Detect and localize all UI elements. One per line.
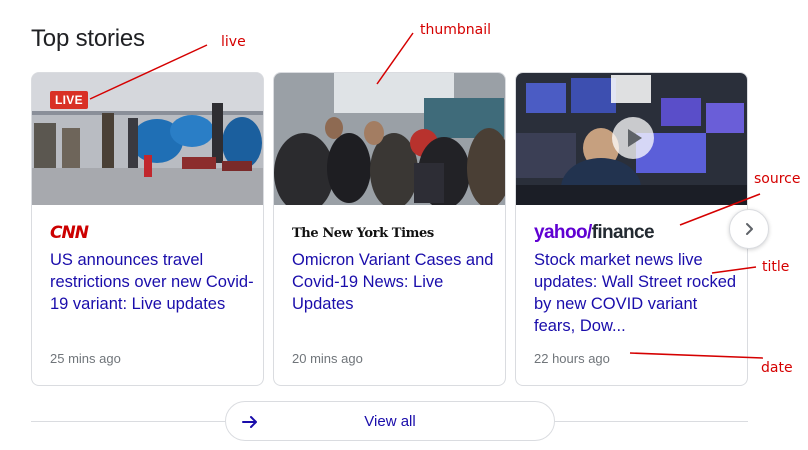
story-title[interactable]: Omicron Variant Cases and Covid-19 News:… [292,249,497,315]
next-stories-button[interactable] [729,209,769,249]
story-thumbnail[interactable] [274,73,505,205]
section-title: Top stories [31,25,145,52]
view-all-button[interactable]: View all [225,401,555,441]
story-card-3[interactable]: yahoo/finance Stock market news live upd… [515,72,748,386]
crowd-photo [274,73,505,205]
story-title[interactable]: US announces travel restrictions over ne… [50,249,255,315]
view-all-label: View all [364,412,416,430]
story-card-2[interactable]: The New York Times Omicron Variant Cases… [273,72,506,386]
annotation-title: title [762,259,790,275]
source-name-finance: finance [591,222,655,243]
story-date: 25 mins ago [50,351,121,366]
story-thumbnail[interactable]: LIVE [32,73,263,205]
source-logo: yahoo/finance [534,222,655,244]
story-title[interactable]: Stock market news live updates: Wall Str… [534,249,739,337]
play-icon[interactable] [612,117,654,159]
live-badge: LIVE [50,91,88,109]
source-name-yahoo: yahoo [534,222,588,243]
annotation-date: date [761,360,793,376]
annotation-source: source [754,171,801,187]
source-logo: The New York Times [292,223,434,243]
source-name: yahoo/finance [534,222,655,244]
source-logo: CNN [50,223,89,243]
story-card-1[interactable]: LIVE CNN US announces travel restriction… [31,72,264,386]
story-date: 22 hours ago [534,351,610,366]
annotation-live: live [221,34,246,50]
source-name: The New York Times [292,225,434,241]
source-name: CNN [50,223,89,243]
story-thumbnail[interactable] [516,73,747,205]
chevron-right-icon [746,223,753,235]
story-date: 20 mins ago [292,351,363,366]
annotation-thumbnail: thumbnail [420,22,491,38]
